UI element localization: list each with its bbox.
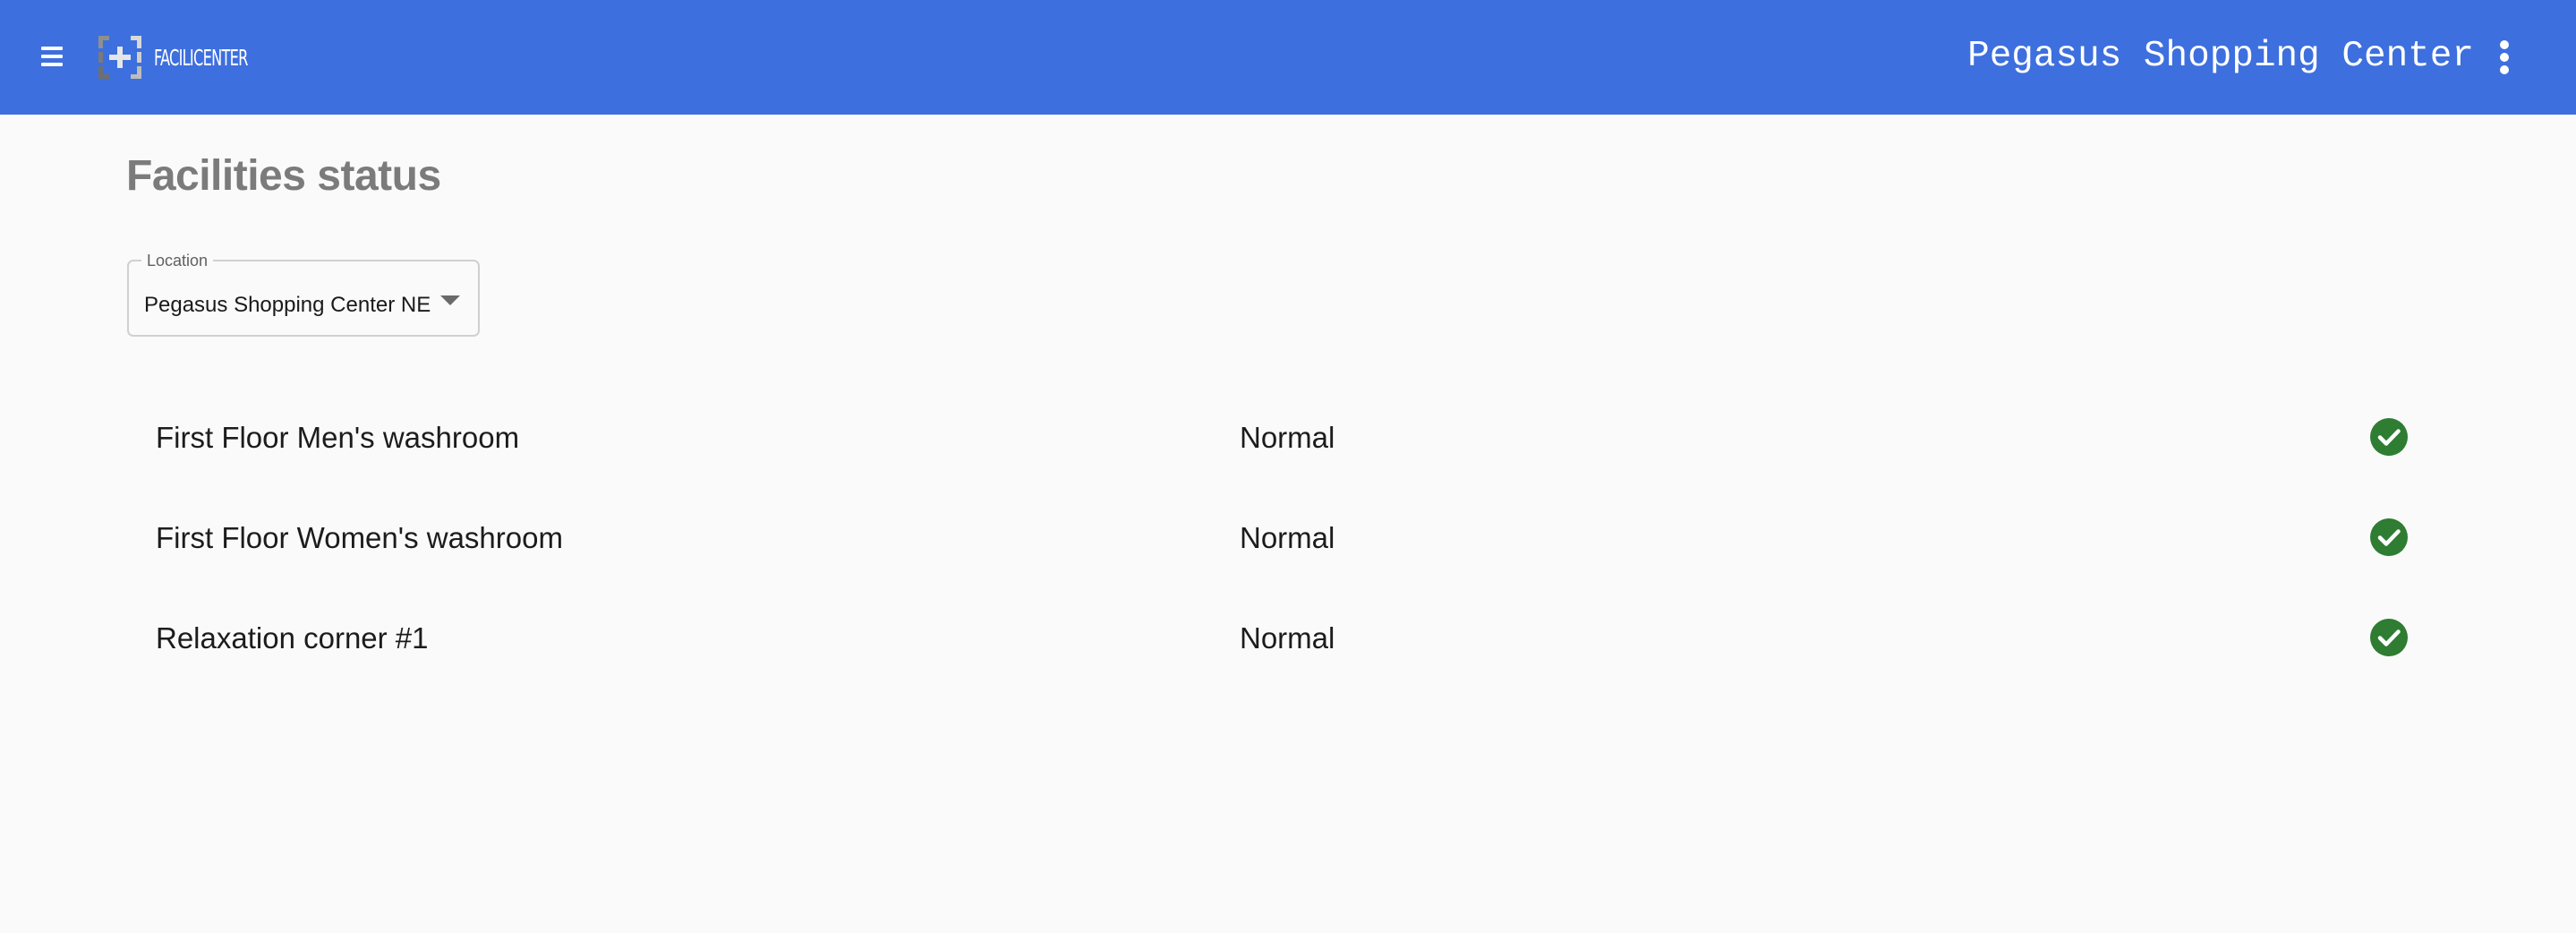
facilicenter-logo-icon: [98, 36, 141, 79]
facility-name: Relaxation corner #1: [156, 621, 429, 655]
hamburger-menu-icon[interactable]: [41, 43, 64, 70]
facility-list: First Floor Men's washroom Normal First …: [127, 387, 2454, 688]
facility-status: Normal: [1240, 421, 1335, 454]
facility-status: Normal: [1240, 621, 1335, 655]
top-app-bar: FACILICENTER Pegasus Shopping Center: [0, 0, 2576, 115]
facility-status: Normal: [1240, 521, 1335, 554]
location-select-label: Location: [141, 251, 214, 270]
facility-row[interactable]: First Floor Women's washroom Normal: [127, 487, 2454, 587]
more-vertical-icon[interactable]: [2494, 39, 2515, 75]
check-circle-icon: [2370, 518, 2408, 556]
facility-name: First Floor Men's washroom: [156, 421, 520, 454]
app-logo[interactable]: FACILICENTER: [95, 30, 284, 84]
check-circle-icon: [2370, 418, 2408, 456]
site-title: Pegasus Shopping Center: [1967, 36, 2474, 77]
location-select-value: Pegasus Shopping Center NE: [144, 293, 431, 317]
page-title: Facilities status: [126, 152, 441, 200]
logo-text: FACILICENTER: [154, 44, 248, 71]
facility-row[interactable]: First Floor Men's washroom Normal: [127, 387, 2454, 487]
location-select[interactable]: Location Pegasus Shopping Center NE: [127, 251, 480, 337]
check-circle-icon: [2370, 619, 2408, 656]
facility-row[interactable]: Relaxation corner #1 Normal: [127, 587, 2454, 688]
facility-name: First Floor Women's washroom: [156, 521, 563, 554]
chevron-down-icon: [440, 295, 460, 305]
